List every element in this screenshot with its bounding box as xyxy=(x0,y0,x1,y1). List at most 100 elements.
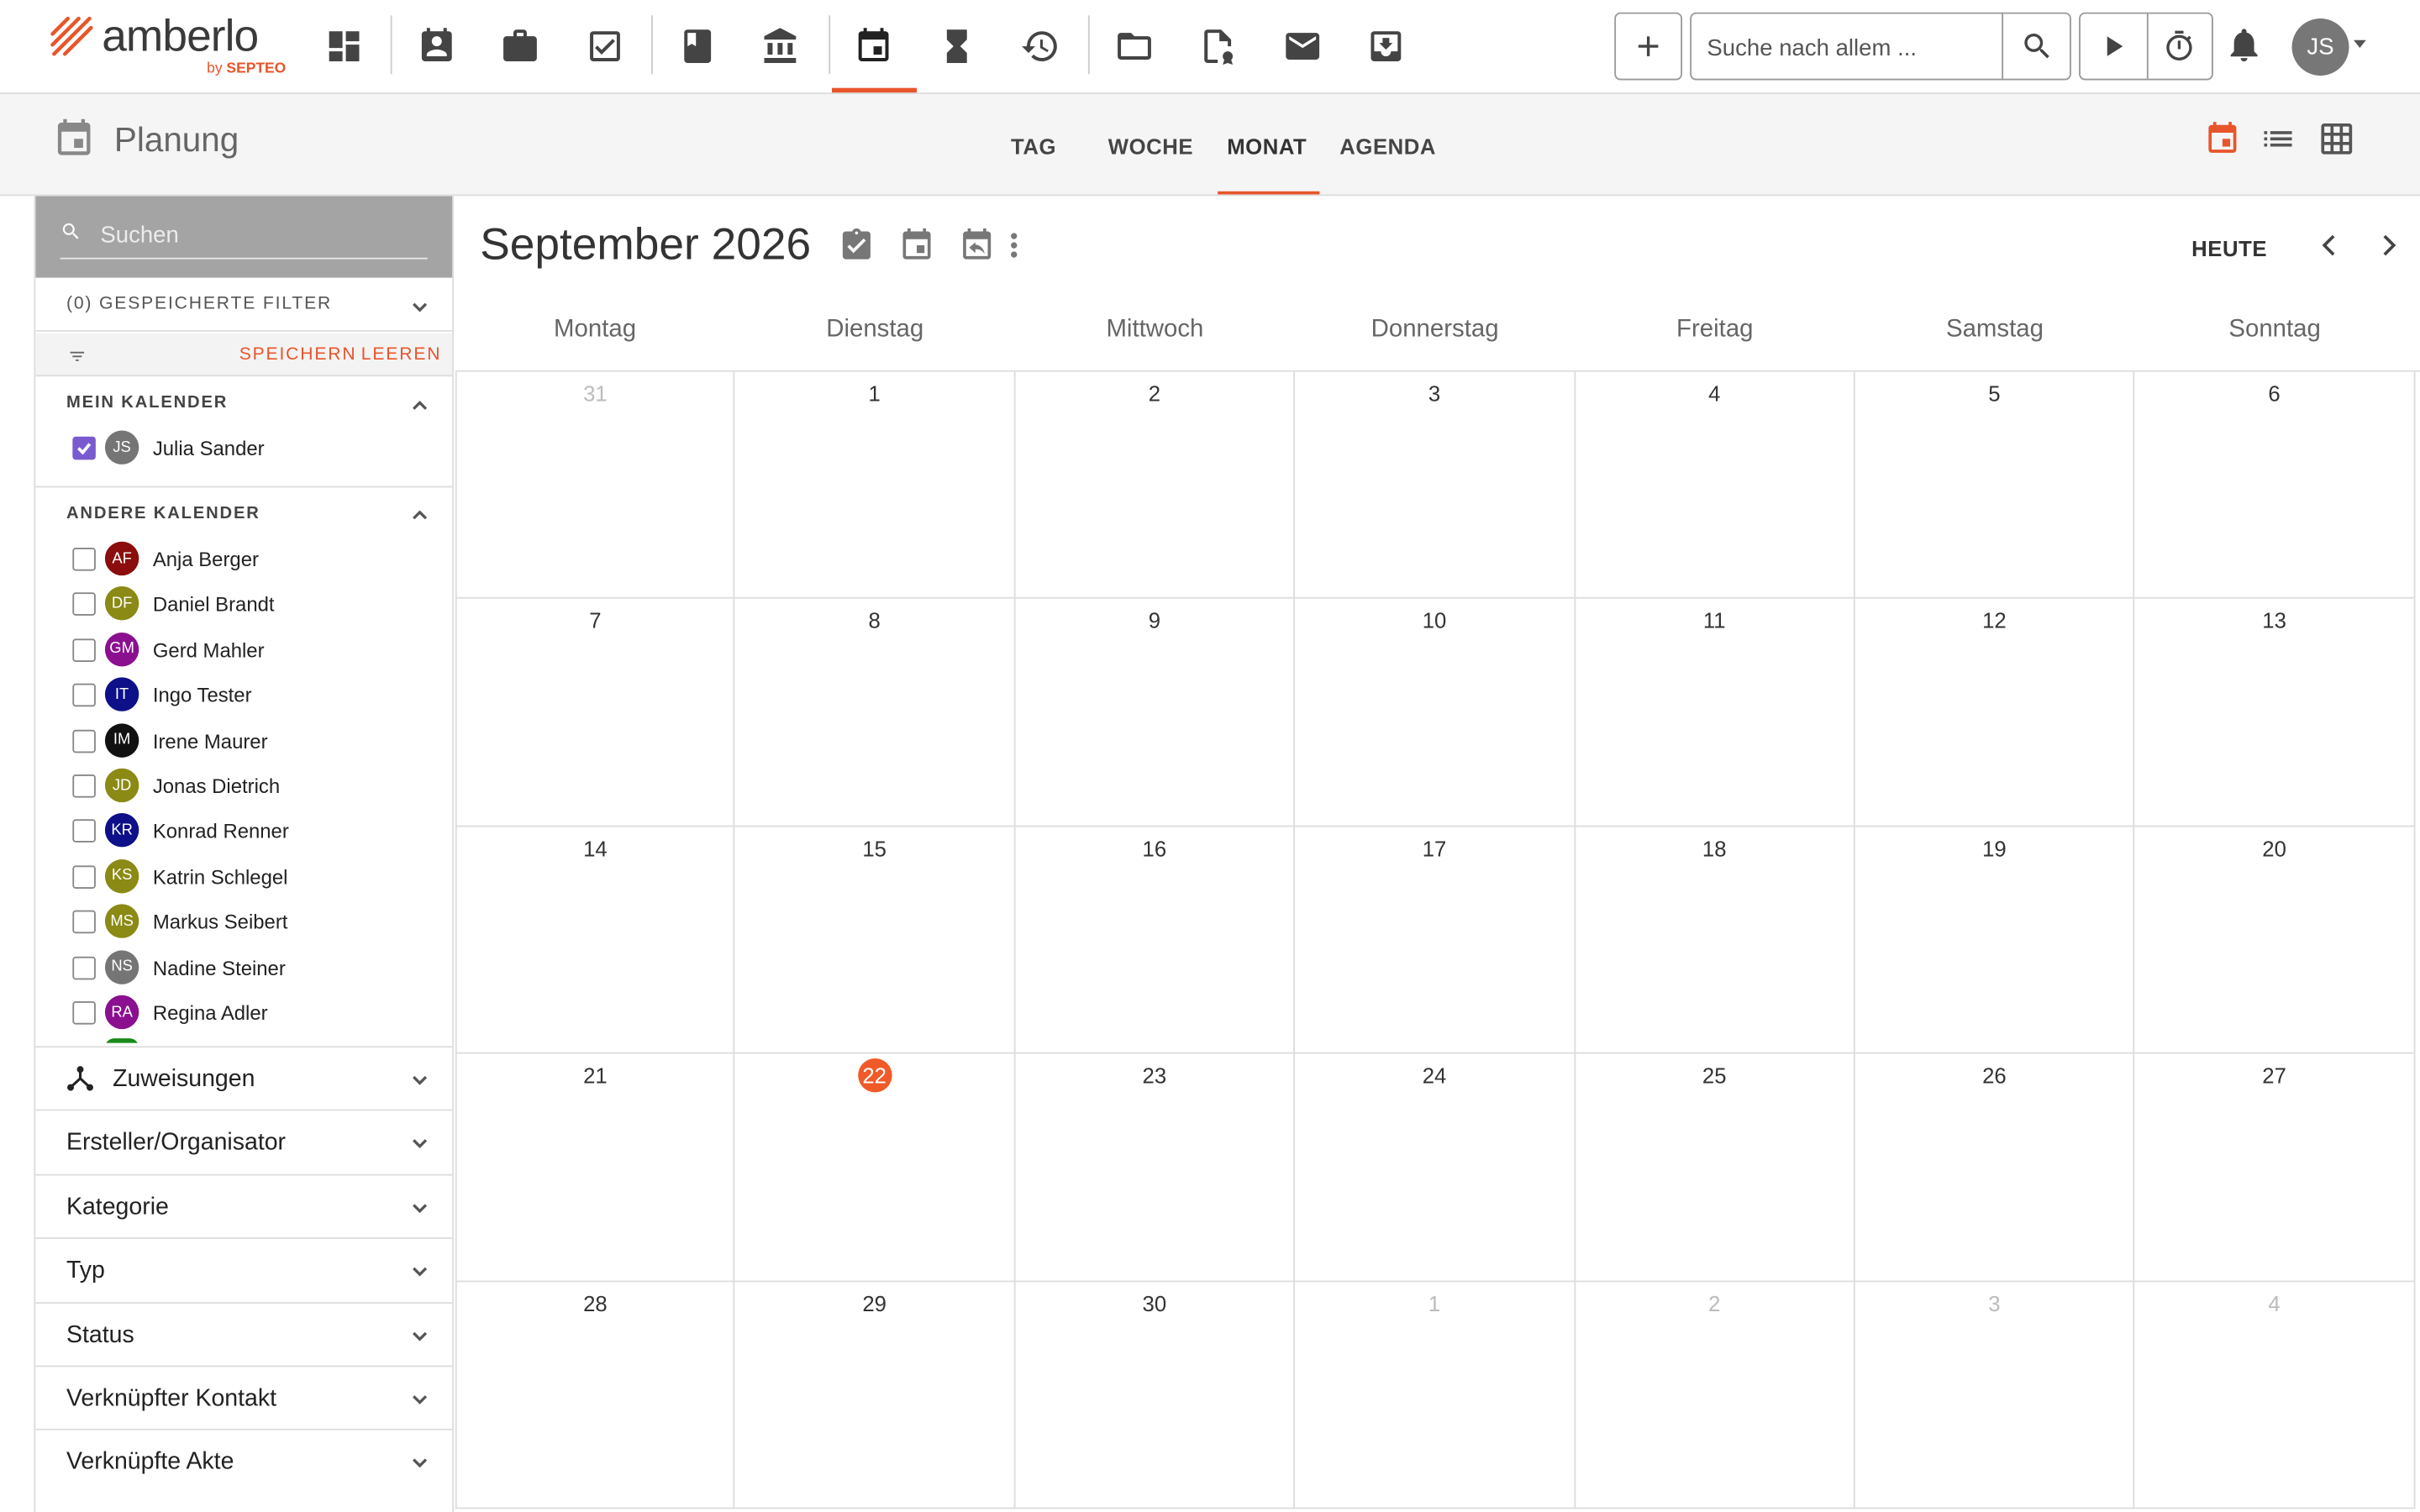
day-cell[interactable]: 2 xyxy=(1575,1281,1855,1509)
filter-accordion[interactable]: Status xyxy=(35,1301,453,1364)
chevron-right-icon[interactable] xyxy=(2374,230,2405,261)
filter-accordion[interactable]: Kategorie xyxy=(35,1173,453,1236)
calendar-checkbox[interactable] xyxy=(72,684,96,707)
play-timer-button[interactable] xyxy=(2081,14,2146,79)
day-cell[interactable]: 10 xyxy=(1295,599,1576,827)
day-cell[interactable]: 11 xyxy=(1575,599,1855,827)
dashboard-icon[interactable] xyxy=(313,15,375,76)
calendar-checkbox[interactable] xyxy=(72,638,96,662)
day-cell[interactable]: 19 xyxy=(1854,827,2135,1054)
sidebar-search-input[interactable] xyxy=(100,217,425,252)
day-cell[interactable]: 9 xyxy=(1015,599,1296,827)
day-cell[interactable]: 3 xyxy=(1295,371,1576,600)
billing-icon[interactable] xyxy=(1009,15,1071,76)
certificate-icon[interactable] xyxy=(1186,15,1248,76)
clear-filter-button[interactable]: LEEREN xyxy=(361,345,442,364)
calendar-checkbox[interactable] xyxy=(72,956,96,979)
bank-icon[interactable] xyxy=(750,15,812,76)
day-cell[interactable]: 6 xyxy=(2134,371,2416,600)
chevron-up-icon[interactable] xyxy=(411,505,429,523)
day-cell[interactable]: 5 xyxy=(1854,371,2135,600)
day-cell[interactable]: 23 xyxy=(1015,1053,1296,1282)
day-cell[interactable]: 13 xyxy=(2134,599,2416,827)
day-cell[interactable]: 18 xyxy=(1575,827,1855,1054)
calendar-person-item[interactable]: JS Julia Sander xyxy=(35,428,452,470)
filter-accordion[interactable]: Zuweisungen xyxy=(35,1046,453,1109)
calendar-view-icon[interactable] xyxy=(2204,120,2241,157)
calendar-checkbox[interactable] xyxy=(72,593,96,617)
tab-month[interactable]: MONAT xyxy=(1227,134,1307,159)
day-cell[interactable]: 22 xyxy=(735,1053,1016,1282)
add-button[interactable] xyxy=(1614,12,1683,81)
stopwatch-button[interactable] xyxy=(2145,13,2212,79)
grid-view-icon[interactable] xyxy=(2318,120,2355,157)
day-cell[interactable]: 4 xyxy=(2134,1281,2416,1509)
hourglass-icon[interactable] xyxy=(926,15,987,76)
filter-accordion[interactable]: Typ xyxy=(35,1237,453,1300)
calendar-person-item[interactable]: RA Regina Adler xyxy=(35,992,452,1035)
day-cell[interactable]: 17 xyxy=(1295,827,1576,1054)
day-cell[interactable]: 21 xyxy=(455,1053,736,1282)
day-cell[interactable]: 1 xyxy=(1295,1281,1576,1509)
filter-accordion[interactable]: Verknüpfter Kontakt xyxy=(35,1365,453,1429)
day-cell[interactable]: 1 xyxy=(735,371,1016,600)
day-cell[interactable]: 30 xyxy=(1015,1281,1296,1509)
filter-accordion[interactable]: Ersteller/Organisator xyxy=(35,1110,453,1173)
calendar-checkbox[interactable] xyxy=(72,729,96,753)
calendar-person-item[interactable]: AF Anja Berger xyxy=(35,538,452,581)
calendar-checkbox[interactable] xyxy=(72,865,96,889)
day-cell[interactable]: 3 xyxy=(1854,1281,2135,1509)
chevron-left-icon[interactable] xyxy=(2313,230,2344,261)
day-cell[interactable]: 27 xyxy=(2134,1053,2416,1282)
user-menu-caret-icon[interactable] xyxy=(2354,39,2366,48)
calendar-checkbox[interactable] xyxy=(72,1001,96,1025)
chevron-up-icon[interactable] xyxy=(411,395,429,413)
calendar-person-item[interactable]: DF Daniel Brandt xyxy=(35,584,452,627)
day-cell[interactable]: 24 xyxy=(1295,1053,1576,1282)
save-filter-button[interactable]: SPEICHERN xyxy=(239,345,357,364)
calendar-person-item[interactable]: IT Ingo Tester xyxy=(35,675,452,717)
calendar-person-item[interactable]: IM Irene Maurer xyxy=(35,720,452,763)
day-cell[interactable]: 20 xyxy=(2134,827,2416,1054)
search-button[interactable] xyxy=(2002,13,2070,79)
tab-agenda[interactable]: AGENDA xyxy=(1339,134,1436,159)
calendar-person-item[interactable]: NS Nadine Steiner xyxy=(35,947,452,990)
calendar-person-item[interactable]: KS Katrin Schlegel xyxy=(35,856,452,899)
calendar-person-item[interactable]: GM Gerd Mahler xyxy=(35,629,452,672)
book-icon[interactable] xyxy=(666,15,728,76)
mail-icon[interactable] xyxy=(1271,15,1333,76)
user-avatar[interactable]: JS xyxy=(2291,18,2349,76)
calendar-checkbox[interactable] xyxy=(72,436,96,460)
calendar-checkbox[interactable] xyxy=(72,820,96,843)
day-cell[interactable]: 12 xyxy=(1854,599,2135,827)
task-assignment-icon[interactable] xyxy=(838,227,875,264)
tasks-icon[interactable] xyxy=(574,15,635,76)
day-cell[interactable]: 29 xyxy=(735,1281,1016,1509)
day-cell[interactable]: 7 xyxy=(455,599,736,827)
event-calendar-icon[interactable] xyxy=(898,227,935,264)
filter-accordion[interactable]: Verknüpfte Akte xyxy=(35,1429,453,1493)
day-cell[interactable]: 25 xyxy=(1575,1053,1855,1282)
day-cell[interactable]: 15 xyxy=(735,827,1016,1054)
list-view-icon[interactable] xyxy=(2260,120,2296,157)
day-cell[interactable]: 16 xyxy=(1015,827,1296,1054)
calendar-checkbox[interactable] xyxy=(72,548,96,571)
calendar-person-item[interactable]: JD Jonas Dietrich xyxy=(35,765,452,808)
day-cell[interactable]: 14 xyxy=(455,827,736,1054)
day-cell[interactable]: 26 xyxy=(1854,1053,2135,1282)
calendar-person-item[interactable]: MS Markus Seibert xyxy=(35,901,452,944)
day-cell[interactable]: 2 xyxy=(1015,371,1296,600)
briefcase-icon[interactable] xyxy=(489,15,550,76)
today-button[interactable]: HEUTE xyxy=(2191,236,2267,260)
notifications-bell-icon[interactable] xyxy=(2224,24,2267,67)
calendar-icon[interactable] xyxy=(843,15,904,76)
day-cell[interactable]: 31 xyxy=(455,371,736,600)
inbox-icon[interactable] xyxy=(1355,15,1417,76)
calendar-reply-icon[interactable] xyxy=(959,227,996,264)
folder-icon[interactable] xyxy=(1103,15,1165,76)
more-vertical-icon[interactable] xyxy=(1005,227,1023,264)
tab-day[interactable]: TAG xyxy=(1011,134,1056,159)
contacts-icon[interactable] xyxy=(406,15,467,76)
saved-filters-dropdown[interactable]: (0) GESPEICHERTE FILTER xyxy=(35,278,453,332)
day-cell[interactable]: 4 xyxy=(1575,371,1855,600)
